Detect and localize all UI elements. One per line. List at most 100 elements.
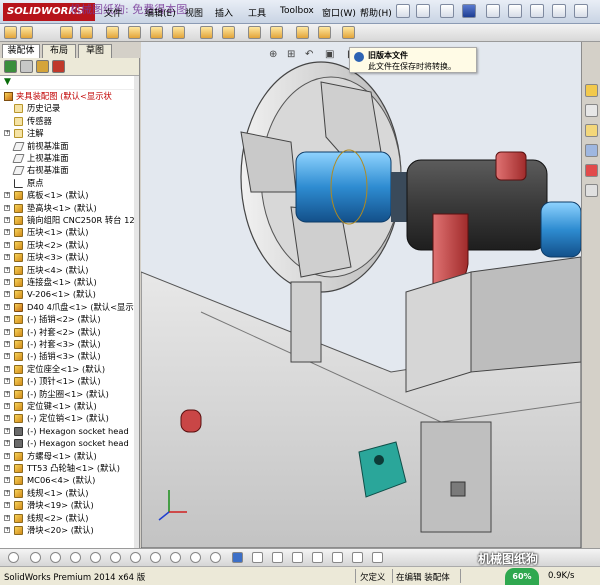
wireframe-icon[interactable] xyxy=(292,552,303,563)
solidworks-resources-icon[interactable] xyxy=(585,84,598,97)
tree-item[interactable]: + 压块<4> (默认) xyxy=(0,264,139,276)
smart-fasteners-icon[interactable] xyxy=(106,26,119,39)
tree-item[interactable]: + (-) 衬套<3> (默认) xyxy=(0,338,139,350)
expand-toggle-icon[interactable]: + xyxy=(4,266,10,273)
save-icon[interactable] xyxy=(462,4,476,18)
reference-geometry-icon[interactable] xyxy=(200,26,213,39)
expand-toggle-icon[interactable]: + xyxy=(4,415,10,422)
tab-assembly[interactable]: 装配体 xyxy=(2,44,40,58)
vertical-slider[interactable] xyxy=(420,421,492,533)
tree-item[interactable]: + 方螺母<1> (默认) xyxy=(0,450,139,462)
tree-item[interactable]: + (-) 插销<3> (默认) xyxy=(0,350,139,362)
tree-item[interactable]: + (-) 插销<2> (默认) xyxy=(0,313,139,325)
shaded-icon[interactable] xyxy=(252,552,263,563)
expand-toggle-icon[interactable]: + xyxy=(4,502,10,509)
mate-icon[interactable] xyxy=(60,26,73,39)
options-icon[interactable] xyxy=(574,4,588,18)
tree-item[interactable]: + 垫高块<1> (默认) xyxy=(0,202,139,214)
arc-icon[interactable] xyxy=(90,552,101,563)
bill-of-materials-icon[interactable] xyxy=(248,26,261,39)
sketch-fillet-icon[interactable] xyxy=(150,552,161,563)
section-view-icon[interactable]: ▣ xyxy=(325,49,334,60)
shadows-icon[interactable] xyxy=(332,552,343,563)
expand-toggle-icon[interactable]: + xyxy=(4,440,10,447)
insert-component-icon[interactable] xyxy=(20,26,33,39)
filter-icon[interactable]: ▼ xyxy=(4,77,11,87)
tree-item[interactable]: + 压块<1> (默认) xyxy=(0,226,139,238)
spline-icon[interactable] xyxy=(110,552,121,563)
tree-item[interactable]: 传感器 xyxy=(0,115,139,127)
menu-view[interactable]: 视图 xyxy=(185,6,203,19)
expand-toggle-icon[interactable]: + xyxy=(4,452,10,459)
expand-toggle-icon[interactable]: + xyxy=(4,291,10,298)
view-palette-icon[interactable] xyxy=(585,144,598,157)
support-block[interactable] xyxy=(405,271,472,393)
graphics-area[interactable]: ⊕ ⊞ ↶ ▣ ◧ ◐ ◉ ● ◈ ▤ xyxy=(141,42,581,548)
mirror-icon[interactable] xyxy=(190,552,201,563)
section-icon[interactable] xyxy=(352,552,363,563)
custom-properties-icon[interactable] xyxy=(585,184,598,197)
expand-toggle-icon[interactable]: + xyxy=(4,192,10,199)
expand-toggle-icon[interactable]: + xyxy=(4,465,10,471)
feature-manager-icon[interactable] xyxy=(4,60,17,73)
expand-toggle-icon[interactable]: + xyxy=(4,527,10,533)
chuck-jaw[interactable] xyxy=(240,131,297,193)
expand-toggle-icon[interactable]: + xyxy=(4,279,10,285)
expand-toggle-icon[interactable]: + xyxy=(4,328,10,335)
select-icon[interactable] xyxy=(530,4,544,18)
expand-toggle-icon[interactable]: + xyxy=(4,130,10,137)
expand-toggle-icon[interactable]: + xyxy=(4,254,10,261)
tree-item[interactable]: + 压块<3> (默认) xyxy=(0,251,139,263)
print-icon[interactable] xyxy=(486,4,500,18)
file-explorer-icon[interactable] xyxy=(585,124,598,137)
tree-item[interactable]: + V-206<1> (默认) xyxy=(0,288,139,300)
tree-item[interactable]: + 压块<2> (默认) xyxy=(0,239,139,251)
expand-toggle-icon[interactable]: + xyxy=(4,204,10,211)
red-clamp-top[interactable] xyxy=(495,151,527,181)
circle-icon[interactable] xyxy=(70,552,81,563)
view-orient-icon[interactable] xyxy=(8,552,19,563)
tree-item[interactable]: + (-) Hexagon socket head xyxy=(0,425,139,437)
expand-toggle-icon[interactable]: + xyxy=(4,341,10,347)
display-manager-icon[interactable] xyxy=(52,60,65,73)
property-manager-icon[interactable] xyxy=(20,60,33,73)
tree-item[interactable]: + 线规<2> (默认) xyxy=(0,512,139,524)
edit-component-icon[interactable] xyxy=(4,26,17,39)
perspective-icon[interactable] xyxy=(312,552,323,563)
exploded-view-icon[interactable] xyxy=(270,26,283,39)
show-hidden-icon[interactable] xyxy=(150,26,163,39)
tree-item[interactable]: + 定位座全<1> (默认) xyxy=(0,363,139,375)
expand-toggle-icon[interactable]: + xyxy=(4,390,10,397)
expand-toggle-icon[interactable]: + xyxy=(4,514,10,521)
configuration-manager-icon[interactable] xyxy=(36,60,49,73)
previous-view-icon[interactable]: ↶ xyxy=(305,49,313,60)
tree-item[interactable]: + TT53 凸轮轴<1> (默认) xyxy=(0,462,139,474)
zoom-area-icon[interactable]: ⊞ xyxy=(287,49,295,60)
expand-toggle-icon[interactable]: + xyxy=(4,303,10,310)
trim-icon[interactable] xyxy=(170,552,181,563)
appearances-icon[interactable] xyxy=(585,164,598,177)
line-icon[interactable] xyxy=(50,552,61,563)
pin-icon[interactable] xyxy=(396,4,410,18)
expand-toggle-icon[interactable]: + xyxy=(4,353,10,360)
clearance-verification-icon[interactable] xyxy=(318,26,331,39)
red-bushing[interactable] xyxy=(180,409,202,433)
display-mode-icon[interactable] xyxy=(232,552,243,563)
model-view[interactable] xyxy=(141,42,581,548)
expand-toggle-icon[interactable]: + xyxy=(4,229,10,236)
tab-layout[interactable]: 布局 xyxy=(42,44,76,58)
expand-toggle-icon[interactable]: + xyxy=(4,403,10,409)
menu-window[interactable]: 窗口(W) xyxy=(322,6,356,19)
hidden-lines-icon[interactable] xyxy=(272,552,283,563)
tree-item[interactable]: 原点 xyxy=(0,177,139,189)
dimension-icon[interactable] xyxy=(210,552,221,563)
tree-item[interactable]: + (-) 定位销<1> (默认) xyxy=(0,412,139,424)
new-motion-study-icon[interactable] xyxy=(222,26,235,39)
rectangle-icon[interactable] xyxy=(130,552,141,563)
blue-shaft-end[interactable] xyxy=(540,201,581,258)
menu-tools[interactable]: 工具 xyxy=(248,6,266,19)
select-icon[interactable] xyxy=(30,552,41,563)
design-library-icon[interactable] xyxy=(585,104,598,117)
interference-detection-icon[interactable] xyxy=(296,26,309,39)
menu-file[interactable]: 文件 xyxy=(104,6,122,19)
